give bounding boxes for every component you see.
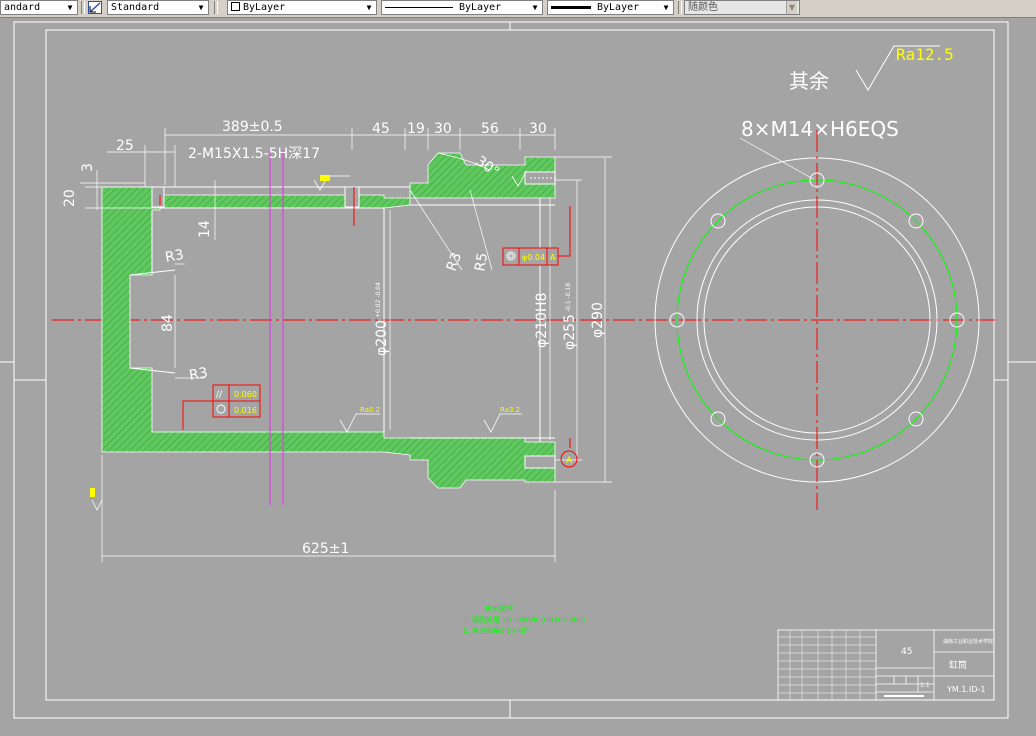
dim-30b-label: 30 <box>529 121 547 137</box>
dim-84-label: 84 <box>160 314 176 332</box>
datum-a-symbol: A <box>560 438 578 468</box>
dim-255-tolerance: -0.1 -0.18 <box>565 283 572 312</box>
plotstyle-dropdown[interactable]: 随颜色 ▼ <box>684 0 800 15</box>
notes-line-2: 2. 未注倒角0.5×45° <box>463 626 529 635</box>
ra-left-label: Ra0.2 <box>360 406 380 414</box>
dim-389-label: 389±0.5 <box>222 119 283 135</box>
gdt-concentricity-frame: φ0.04 A <box>502 206 571 266</box>
dim-25-label: 25 <box>116 138 134 154</box>
lineweight-preview-icon <box>551 5 591 9</box>
tb-drawing-no: YM.1.ID-1 <box>946 685 985 694</box>
r3-bottom-label: R3 <box>188 365 209 384</box>
drawing-canvas[interactable]: 389±0.5 45 19 30 56 30 25 2-M15X1.5-5H深1… <box>0 18 1036 736</box>
gdt-parallel-value: 0.060 <box>234 390 257 399</box>
dimension-style-value: Standard <box>111 2 160 13</box>
tb-material: 45 <box>901 647 912 657</box>
roughness-mark <box>91 499 103 511</box>
tb-company: 湖南工业职业技术学院 <box>943 638 993 645</box>
surface-finish-general: 其余 Ra12.5 <box>789 45 954 93</box>
dimension-style-icon[interactable] <box>88 1 102 14</box>
text-style-value: andard <box>4 2 41 13</box>
dim-45-label: 45 <box>372 121 390 137</box>
dim-19-label: 19 <box>407 121 425 137</box>
text-style-dropdown[interactable]: andard ▼ <box>0 0 78 15</box>
yellow-marker <box>320 175 330 181</box>
dim-210-label: φ210H8 <box>534 293 550 348</box>
tb-part-name: 缸筒 <box>949 659 967 671</box>
dim-56-label: 56 <box>481 121 499 137</box>
chevron-down-icon[interactable]: ▼ <box>364 1 374 14</box>
properties-toolbar: andard ▼ Standard ▼ ByLayer ▼ ByLayer ▼ … <box>0 0 1036 18</box>
title-block-text: 45 湖南工业职业技术学院 缸筒 YM.1.ID-1 1:1 <box>901 638 993 694</box>
surface-rest-label: 其余 <box>789 69 829 93</box>
technical-notes: 技术要求 1. 调质处理 20~35HRC(HB207-263) 2. 未注倒角… <box>463 604 586 635</box>
holes-note: 8×M14×H6EQS <box>741 117 899 141</box>
dim-14-label: 14 <box>197 220 213 238</box>
dim-20-label: 20 <box>62 189 78 207</box>
dim-3-label: 3 <box>80 163 96 172</box>
r5-label: R5 <box>472 252 491 273</box>
r3-top-label: R3 <box>164 247 185 266</box>
color-swatch-icon <box>231 2 240 11</box>
gdt-concentric-datum: A <box>550 253 556 262</box>
chevron-down-icon[interactable]: ▼ <box>196 1 206 14</box>
chevron-down-icon[interactable]: ▼ <box>65 1 75 14</box>
lineweight-value: ByLayer <box>597 2 640 13</box>
dimension-style-dropdown[interactable]: Standard ▼ <box>107 0 209 15</box>
notes-title: 技术要求 <box>485 604 513 613</box>
dim-30a-label: 30 <box>434 121 452 137</box>
datum-a-label: A <box>566 456 573 466</box>
ra-right-label: Ra3.2 <box>500 406 520 414</box>
layer-color-dropdown[interactable]: ByLayer ▼ <box>227 0 377 15</box>
toolbar-separator <box>678 1 682 14</box>
yellow-marker <box>90 488 95 497</box>
tb-scale: 1:1 <box>920 682 930 689</box>
linetype-dropdown[interactable]: ByLayer ▼ <box>381 0 543 15</box>
gdt-parallel-frame: // 0.060 0.016 <box>182 384 261 430</box>
cad-drawing[interactable]: 389±0.5 45 19 30 56 30 25 2-M15X1.5-5H深1… <box>0 18 1036 736</box>
roughness-symbols <box>313 171 548 433</box>
dim-200-tolerance: +0.02 -0.04 <box>375 282 382 318</box>
gdt-concentric-value: φ0.04 <box>522 253 545 262</box>
lineweight-dropdown[interactable]: ByLayer ▼ <box>547 0 674 15</box>
toolbar-separator <box>81 1 85 14</box>
dim-290-label: φ290 <box>590 302 606 338</box>
dim-255-label: φ255 <box>562 314 578 350</box>
toolbar-separator <box>214 1 218 14</box>
flange-side-view: 8×M14×H6EQS <box>654 117 980 510</box>
parallel-icon: // <box>216 390 223 400</box>
thread-note: 2-M15X1.5-5H深17 <box>188 146 320 162</box>
linetype-preview-icon <box>385 6 453 8</box>
surface-finish-value: Ra12.5 <box>896 45 954 64</box>
dim-625-label: 625±1 <box>302 541 349 557</box>
plotstyle-value: 随颜色 <box>688 2 718 13</box>
dim-200-label: φ200 <box>374 320 390 356</box>
color-value: ByLayer <box>243 2 286 13</box>
linetype-value: ByLayer <box>459 2 502 13</box>
gdt-round-value: 0.016 <box>234 406 257 415</box>
chevron-down-icon[interactable]: ▼ <box>530 1 540 14</box>
chevron-down-icon[interactable]: ▼ <box>661 1 671 14</box>
notes-line-1: 1. 调质处理 20~35HRC(HB207-263) <box>463 615 586 624</box>
chevron-down-icon[interactable]: ▼ <box>786 1 797 14</box>
